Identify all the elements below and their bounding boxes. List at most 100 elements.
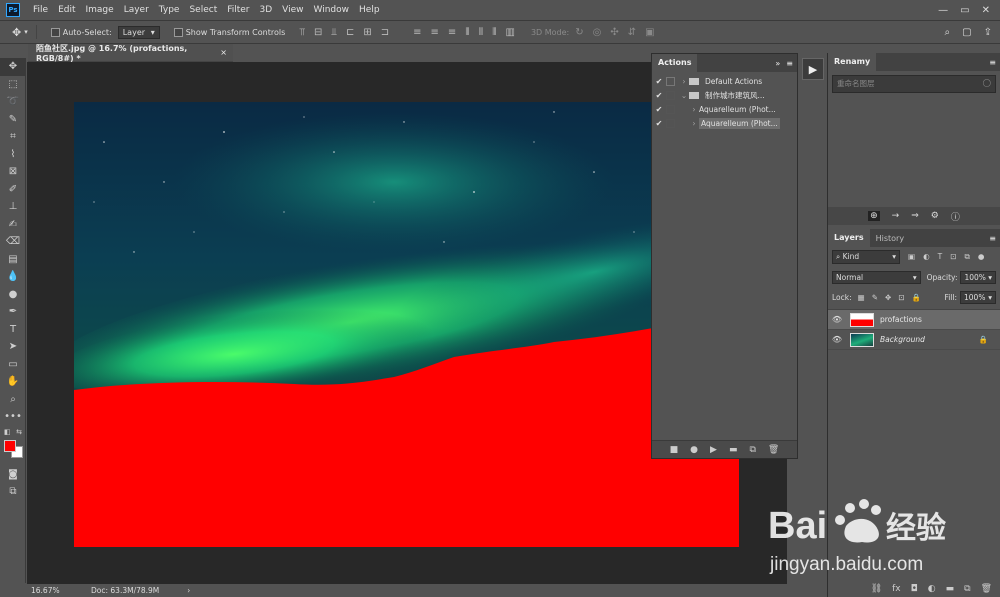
panel-menu-icon[interactable]: ≡ bbox=[989, 234, 996, 243]
3d-orbit-icon[interactable]: ↻ bbox=[575, 27, 583, 38]
pixel-filter-icon[interactable]: ▣ bbox=[908, 252, 915, 262]
actions-play-button[interactable]: ▶ bbox=[802, 58, 824, 80]
share-icon[interactable]: ⇪ bbox=[984, 27, 992, 38]
zoom-tool[interactable]: ⌕ bbox=[0, 391, 26, 409]
menu-filter[interactable]: Filter bbox=[222, 5, 254, 15]
align-bottom-icon[interactable]: ⫫ bbox=[331, 27, 337, 38]
quick-select-tool[interactable]: ✎ bbox=[0, 111, 26, 129]
distribute-top-icon[interactable]: ≡ bbox=[413, 27, 421, 38]
lasso-tool[interactable]: ➰ bbox=[0, 93, 26, 111]
pen-tool[interactable]: ✒ bbox=[0, 303, 26, 321]
eye-icon[interactable]: 👁 bbox=[828, 335, 846, 344]
history-brush-tool[interactable]: ✍ bbox=[0, 216, 26, 234]
brush-tool[interactable]: ✐ bbox=[0, 181, 26, 199]
align-top-icon[interactable]: ⫪ bbox=[299, 27, 305, 38]
distribute-hcenter-icon[interactable]: ⦀ bbox=[479, 27, 483, 38]
arrow-forward-icon[interactable]: ⇒ bbox=[911, 211, 919, 221]
play-icon[interactable]: ▶ bbox=[710, 445, 717, 455]
layers-tab[interactable]: Layers bbox=[828, 229, 870, 247]
menu-image[interactable]: Image bbox=[81, 5, 119, 15]
rename-input[interactable]: 重命名图层 ◯ bbox=[832, 75, 996, 93]
healing-tool[interactable]: ⊠ bbox=[0, 163, 26, 181]
layer-name[interactable]: profactions bbox=[880, 315, 922, 324]
blur-tool[interactable]: 💧 bbox=[0, 268, 26, 286]
auto-select-checkbox[interactable] bbox=[50, 27, 60, 37]
dialog-toggle[interactable] bbox=[666, 90, 675, 100]
maximize-icon[interactable]: ▭ bbox=[960, 5, 969, 16]
filter-toggle-icon[interactable]: ● bbox=[978, 252, 985, 262]
quick-mask-button[interactable]: ◙ bbox=[0, 466, 26, 484]
menu-help[interactable]: Help bbox=[354, 5, 385, 15]
default-colors-icon[interactable]: ◧ bbox=[4, 428, 11, 436]
workspace-icon[interactable]: ▢ bbox=[962, 27, 971, 38]
panel-menu-icon[interactable]: ≡ bbox=[989, 58, 996, 67]
status-arrow-icon[interactable]: › bbox=[187, 586, 190, 595]
adjustment-filter-icon[interactable]: ◐ bbox=[923, 252, 930, 262]
search-icon[interactable]: ⌕ bbox=[945, 27, 951, 38]
menu-type[interactable]: Type bbox=[154, 5, 185, 15]
smart-filter-icon[interactable]: ⧉ bbox=[965, 252, 970, 262]
plugin-icon[interactable]: ⊕ bbox=[868, 211, 880, 221]
close-tab-icon[interactable]: × bbox=[220, 48, 227, 57]
chevron-right-icon[interactable]: › bbox=[689, 105, 699, 114]
refresh-icon[interactable]: ◯ bbox=[983, 78, 991, 87]
eyedropper-tool[interactable]: ⌇ bbox=[0, 146, 26, 164]
fill-input[interactable]: 100% ▾ bbox=[960, 290, 996, 304]
3d-roll-icon[interactable]: ◎ bbox=[593, 27, 602, 38]
lock-position-icon[interactable]: ✥ bbox=[885, 293, 891, 302]
eye-icon[interactable]: 👁 bbox=[828, 315, 846, 324]
layer-row-selected[interactable]: 👁 profactions bbox=[828, 310, 1000, 330]
lock-all-icon[interactable]: 🔒 bbox=[912, 293, 921, 302]
link-layers-icon[interactable]: ⛓ bbox=[871, 584, 882, 594]
marquee-tool[interactable]: ⬚ bbox=[0, 76, 26, 94]
check-icon[interactable]: ✔ bbox=[652, 119, 666, 128]
action-row[interactable]: ✔ › Aquarelleum (Phot... bbox=[652, 102, 797, 116]
auto-align-icon[interactable]: ▥ bbox=[506, 27, 515, 38]
distribute-right-icon[interactable]: ⦀ bbox=[492, 27, 496, 38]
panel-menu-icon[interactable]: ≡ bbox=[786, 59, 793, 68]
renamy-tab[interactable]: Renamy bbox=[828, 53, 877, 71]
collapse-icon[interactable]: » bbox=[775, 59, 780, 68]
chevron-right-icon[interactable]: › bbox=[689, 119, 699, 128]
distribute-left-icon[interactable]: ⦀ bbox=[465, 27, 469, 38]
menu-window[interactable]: Window bbox=[309, 5, 355, 15]
auto-select-dropdown[interactable]: Layer ▾ bbox=[117, 25, 160, 39]
shape-tool[interactable]: ▭ bbox=[0, 356, 26, 374]
type-filter-icon[interactable]: T bbox=[938, 252, 943, 262]
arrow-right-icon[interactable]: → bbox=[892, 211, 900, 221]
distribute-bottom-icon[interactable]: ≡ bbox=[448, 27, 456, 38]
dialog-toggle[interactable] bbox=[666, 118, 675, 128]
crop-tool[interactable]: ⌗ bbox=[0, 128, 26, 146]
shape-filter-icon[interactable]: ⊡ bbox=[950, 252, 956, 262]
layer-name[interactable]: Background bbox=[880, 335, 925, 344]
lock-transparency-icon[interactable]: ▦ bbox=[858, 293, 865, 302]
check-icon[interactable]: ✔ bbox=[652, 77, 666, 86]
layer-row[interactable]: 👁 Background 🔒 bbox=[828, 330, 1000, 350]
dialog-toggle[interactable] bbox=[666, 76, 675, 86]
stop-icon[interactable]: ■ bbox=[670, 445, 679, 455]
close-window-icon[interactable]: ✕ bbox=[982, 5, 990, 16]
eraser-tool[interactable]: ⌫ bbox=[0, 233, 26, 251]
chevron-right-icon[interactable]: › bbox=[679, 77, 689, 86]
document-tab[interactable]: 陌鱼社区.jpg @ 16.7% (profactions, RGB/8#) *… bbox=[28, 44, 233, 63]
align-right-icon[interactable]: ⊐ bbox=[381, 27, 389, 38]
lock-artboard-icon[interactable]: ⊡ bbox=[898, 293, 904, 302]
dodge-tool[interactable]: ● bbox=[0, 286, 26, 304]
path-select-tool[interactable]: ➤ bbox=[0, 338, 26, 356]
3d-pan-icon[interactable]: ✣ bbox=[610, 27, 618, 38]
dialog-toggle[interactable] bbox=[666, 104, 675, 114]
delete-icon[interactable]: 🗑 bbox=[768, 445, 779, 455]
document-canvas[interactable] bbox=[74, 102, 739, 547]
tool-preset-chevron-icon[interactable]: ▾ bbox=[24, 28, 28, 36]
zoom-level[interactable]: 16.67% bbox=[31, 586, 81, 595]
opacity-input[interactable]: 100% ▾ bbox=[960, 270, 996, 284]
history-tab[interactable]: History bbox=[870, 234, 910, 243]
move-tool-icon[interactable]: ✥ bbox=[12, 26, 21, 39]
more-tools[interactable]: ••• bbox=[0, 408, 26, 426]
menu-select[interactable]: Select bbox=[184, 5, 222, 15]
action-set-row[interactable]: ✔ › Default Actions bbox=[652, 74, 797, 88]
type-tool[interactable]: T bbox=[0, 321, 26, 339]
info-icon[interactable]: ⓘ bbox=[951, 210, 960, 223]
blend-mode-dropdown[interactable]: Normal ▾ bbox=[832, 270, 921, 284]
adjustment-layer-icon[interactable]: ◐ bbox=[928, 584, 936, 594]
